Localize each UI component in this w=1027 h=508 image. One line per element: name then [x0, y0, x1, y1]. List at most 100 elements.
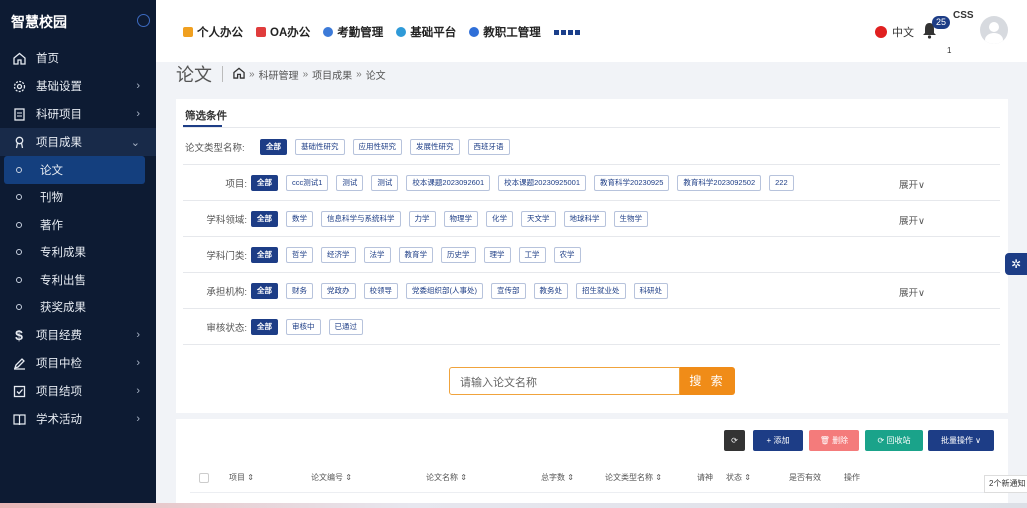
filter-chip[interactable]: 全部 [251, 319, 278, 335]
divider [183, 164, 1000, 165]
filter-chip[interactable]: 全部 [251, 211, 278, 227]
filter-chip[interactable]: 教育科学20230925 [594, 175, 670, 191]
breadcrumb-separator: » [302, 68, 309, 80]
add-button[interactable]: + 添加 [753, 430, 803, 451]
column-header[interactable]: 状态 ⇕ [726, 472, 751, 483]
language-switch[interactable]: 中文 [875, 24, 914, 40]
filter-chip[interactable]: 理学 [483, 247, 511, 263]
filter-chip[interactable]: 教育科学2023092502 [677, 175, 762, 191]
expand-toggle[interactable]: 展开∨ [899, 177, 925, 191]
home-icon[interactable] [233, 67, 245, 82]
sub-count: 1 [947, 46, 952, 55]
topnav-base-platform[interactable]: 基础平台 [396, 24, 456, 40]
filter-chip[interactable]: 全部 [260, 139, 287, 155]
sidebar-item-basic-settings[interactable]: 基础设置 › [0, 72, 156, 100]
column-header[interactable]: 论文类型名称 ⇕ [605, 472, 662, 483]
username[interactable]: CSS [953, 10, 974, 21]
filter-chip[interactable]: 测试 [371, 175, 399, 191]
apps-grid-icon[interactable] [553, 24, 580, 40]
select-all-checkbox[interactable] [199, 473, 209, 483]
filter-chip[interactable]: 农学 [553, 247, 581, 263]
filter-chip[interactable]: 西班牙语 [467, 139, 510, 155]
filter-chip[interactable]: 校本课题2023092601 [406, 175, 491, 191]
filter-chip[interactable]: 工学 [518, 247, 546, 263]
filter-chip[interactable]: 化学 [486, 211, 513, 227]
filter-chip[interactable]: 校本课题20230925001 [498, 175, 587, 191]
sidebar-item-midterm-check[interactable]: 项目中检 › [0, 349, 156, 377]
batch-actions-button[interactable]: 批量操作 ∨ [928, 430, 994, 451]
filter-chip[interactable]: 财务 [286, 283, 313, 299]
filter-chip[interactable]: 宣传部 [491, 283, 526, 299]
filter-chip[interactable]: 发展性研究 [410, 139, 460, 155]
filter-chip[interactable]: 应用性研究 [352, 139, 402, 155]
sidebar-item-academic-activities[interactable]: 学术活动 › [0, 405, 156, 433]
filter-title: 筛选条件 [185, 110, 227, 122]
staff-icon [469, 27, 480, 37]
sidebar-subitem-awards[interactable]: 获奖成果 [0, 294, 156, 322]
topnav-label: 基础平台 [410, 27, 457, 39]
filter-chip[interactable]: 教育学 [398, 247, 433, 263]
sidebar-item-home[interactable]: 首页 [0, 44, 156, 72]
avatar[interactable] [980, 16, 1008, 44]
refresh-button[interactable]: ⟳ [724, 430, 745, 451]
topnav-staff-management[interactable]: 教职工管理 [469, 24, 541, 40]
filter-chip[interactable]: 力学 [408, 211, 436, 227]
filter-chip[interactable]: 全部 [251, 247, 278, 263]
filter-chip[interactable]: 测试 [336, 175, 364, 191]
column-header[interactable]: 论文编号 ⇕ [311, 472, 352, 483]
breadcrumb-item[interactable]: 项目成果 [312, 67, 352, 82]
search-input[interactable]: 请输入论文名称 [449, 367, 680, 395]
sidebar-item-project-closure[interactable]: 项目结项 › [0, 377, 156, 405]
sidebar-subitem-patent-sales[interactable]: 专利出售 [0, 266, 156, 294]
topnav-personal-office[interactable]: 个人办公 [183, 24, 243, 40]
filter-chip[interactable]: ccc测试1 [286, 175, 329, 191]
filter-chip[interactable]: 信息科学与系统科学 [321, 211, 401, 227]
sidebar-item-project-funds[interactable]: $ 项目经费 › [0, 321, 156, 349]
column-header[interactable]: 论文名称 ⇕ [426, 472, 467, 483]
filter-row-project: 项目: 全部 ccc测试1 测试 测试 校本课题2023092601 校本课题2… [176, 175, 1000, 191]
filter-chip[interactable]: 生物学 [613, 211, 648, 227]
filter-chip[interactable]: 天文学 [521, 211, 556, 227]
filter-chip[interactable]: 数学 [286, 211, 313, 227]
filter-chip[interactable]: 党政办 [321, 283, 356, 299]
topnav-oa-office[interactable]: OA办公 [256, 24, 310, 40]
filter-chip[interactable]: 历史学 [441, 247, 476, 263]
expand-toggle[interactable]: 展开∨ [899, 285, 925, 299]
settings-gear-icon[interactable]: ✲ [1005, 253, 1027, 275]
sidebar-subitem-patents[interactable]: 专利成果 [0, 239, 156, 267]
filter-chip[interactable]: 党委组织部(人事处) [406, 283, 483, 299]
filter-chip[interactable]: 科研处 [633, 283, 668, 299]
filter-chip[interactable]: 法学 [363, 247, 391, 263]
filter-panel: 筛选条件 论文类型名称: 全部 基础性研究 应用性研究 发展性研究 西班牙语 项… [176, 99, 1008, 413]
filter-chip[interactable]: 经济学 [321, 247, 356, 263]
topnav-attendance[interactable]: 考勤管理 [323, 24, 383, 40]
filter-chip[interactable]: 审核中 [286, 319, 321, 335]
filter-chip[interactable]: 地球科学 [563, 211, 606, 227]
filter-chip[interactable]: 222 [769, 175, 794, 191]
filter-chip[interactable]: 校领导 [363, 283, 398, 299]
sidebar-item-project-results[interactable]: 项目成果 ⌄ [0, 128, 156, 156]
sidebar-subitem-books[interactable]: 著作 [0, 211, 156, 239]
search-button[interactable]: 搜 索 [680, 367, 735, 395]
delete-button[interactable]: 🗑 删除 [809, 430, 859, 451]
sidebar-subitem-journals[interactable]: 刊物 [0, 184, 156, 212]
breadcrumb-item[interactable]: 科研管理 [259, 67, 299, 82]
sidebar-subitem-papers[interactable]: 论文 [4, 156, 145, 184]
chevron-down-icon: ⌄ [130, 137, 140, 149]
filter-chip[interactable]: 哲学 [286, 247, 313, 263]
filter-chip[interactable]: 全部 [251, 175, 278, 191]
filter-chip[interactable]: 教务处 [533, 283, 568, 299]
filter-chip[interactable]: 已通过 [328, 319, 363, 335]
filter-chip[interactable]: 招生就业处 [576, 283, 626, 299]
expand-toggle[interactable]: 展开∨ [899, 213, 925, 227]
notification-toast[interactable]: 2个新通知 [984, 475, 1027, 493]
recycle-bin-button[interactable]: ⟳ 回收站 [865, 430, 923, 451]
column-header[interactable]: 项目 ⇕ [229, 472, 254, 483]
sidebar-item-label: 项目成果 [36, 137, 82, 149]
filter-chip[interactable]: 物理学 [443, 211, 478, 227]
filter-chip[interactable]: 全部 [251, 283, 278, 299]
column-header[interactable]: 总字数 ⇕ [541, 472, 574, 483]
sidebar-item-research-projects[interactable]: 科研项目 › [0, 100, 156, 128]
sidebar-toggle-icon[interactable] [137, 14, 150, 27]
filter-chip[interactable]: 基础性研究 [295, 139, 345, 155]
